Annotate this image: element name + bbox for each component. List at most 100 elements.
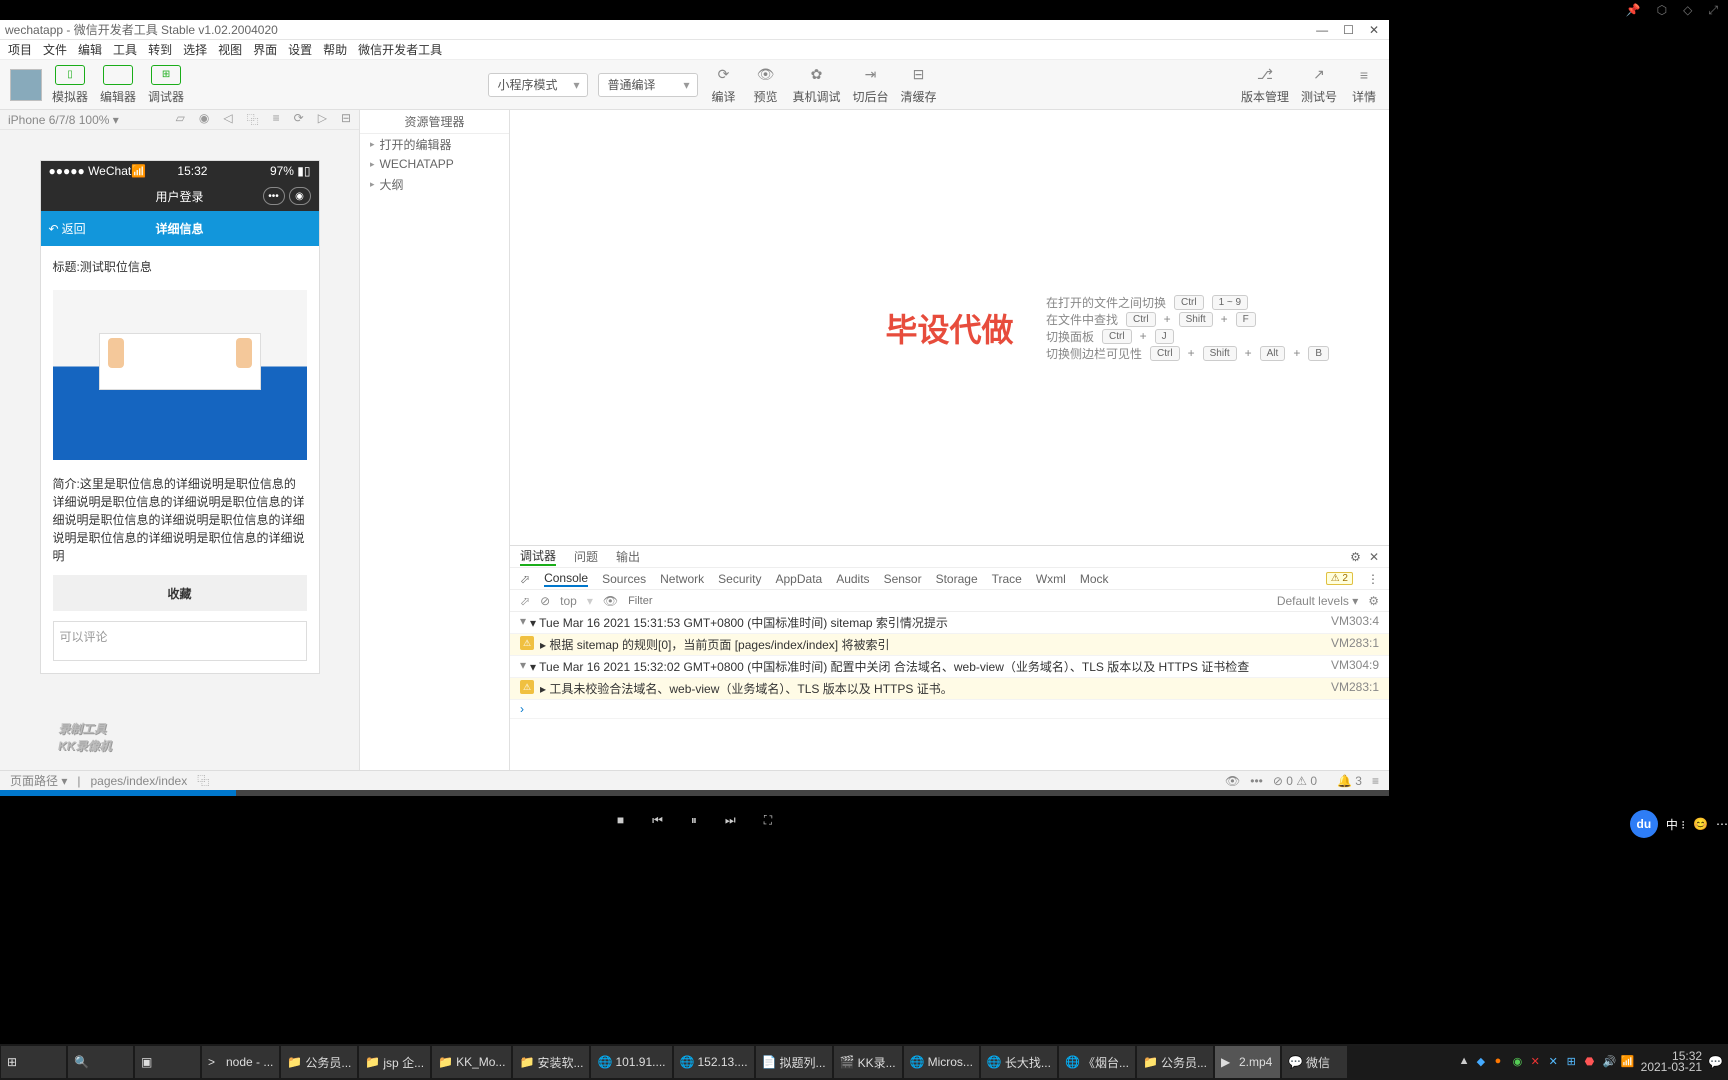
console-log[interactable]: ▾▾ Tue Mar 16 2021 15:31:53 GMT+0800 (中国… (510, 612, 1389, 634)
progress-bar[interactable] (0, 790, 236, 796)
menu-文件[interactable]: 文件 (40, 41, 70, 58)
maximize-button[interactable]: ☐ (1343, 23, 1354, 37)
devtools-more-icon[interactable]: ⋮ (1367, 572, 1379, 586)
filter-input[interactable] (628, 595, 1267, 607)
console-log[interactable]: ⚠▸ 工具未校验合法域名、web-view（业务域名）、TLS 版本以及 HTT… (510, 678, 1389, 700)
tool-真机调试[interactable]: ✿真机调试 (792, 65, 840, 105)
tool-编译[interactable]: ⟳编译 (708, 65, 738, 105)
tray-notification-icon[interactable]: 💬 (1708, 1055, 1723, 1069)
device-selector[interactable]: iPhone 6/7/8 100% ▾ (8, 113, 119, 127)
debug-tab-输出[interactable]: 输出 (616, 548, 640, 565)
debugger-close-icon[interactable]: ✕ (1369, 550, 1379, 564)
devtools-tab-Storage[interactable]: Storage (936, 572, 978, 586)
ime-indicator[interactable]: 中 ⁝ (1666, 816, 1685, 833)
video-control[interactable]: ⛶ (764, 813, 772, 828)
devtools-tab-Sensor[interactable]: Sensor (884, 572, 922, 586)
favorite-button[interactable]: 收藏 (53, 575, 307, 611)
menu-转到[interactable]: 转到 (145, 41, 175, 58)
debugger-settings-icon[interactable]: ⚙ (1350, 550, 1361, 564)
menu-帮助[interactable]: 帮助 (320, 41, 350, 58)
eye-icon[interactable]: 👁 (603, 594, 618, 608)
video-control[interactable]: ⏭ (725, 813, 736, 828)
notification-bell[interactable]: 🔔 3 (1337, 774, 1362, 788)
sim-share-icon[interactable]: ◁ (223, 111, 232, 128)
tray-icon[interactable]: ✕ (1549, 1055, 1563, 1069)
explorer-item[interactable]: 大纲 (360, 174, 509, 194)
console-log[interactable]: ⚠▸ 根据 sitemap 的规则[0]，当前页面 [pages/index/i… (510, 634, 1389, 656)
taskbar-item[interactable]: 🔍 (68, 1046, 133, 1078)
tool-模拟器[interactable]: ▯模拟器 (52, 65, 88, 105)
tray-icon[interactable]: ● (1495, 1055, 1509, 1069)
page-path[interactable]: pages/index/index (90, 774, 187, 788)
taskbar-item[interactable]: 🌐长大找... (981, 1046, 1057, 1078)
tool-预览[interactable]: 👁预览 (750, 65, 780, 105)
taskbar-item[interactable]: ▶2.mp4 (1215, 1046, 1280, 1078)
video-control[interactable]: ■ (617, 813, 624, 827)
console-log[interactable]: ▾▾ Tue Mar 16 2021 15:32:02 GMT+0800 (中国… (510, 656, 1389, 678)
comment-input[interactable]: 可以评论 (53, 621, 307, 661)
tray-clock[interactable]: 15:322021-03-21 (1641, 1051, 1702, 1073)
taskbar-item[interactable]: 🌐Micros... (904, 1046, 979, 1078)
tray-icon[interactable]: ◆ (1477, 1055, 1491, 1069)
tool-版本管理[interactable]: ⎇版本管理 (1241, 65, 1289, 105)
capsule-menu-icon[interactable]: ••• (263, 187, 285, 205)
devtools-tab-Network[interactable]: Network (660, 572, 704, 586)
element-picker-icon[interactable]: ⬀ (520, 572, 530, 586)
sim-rotate-icon[interactable]: ▱ (176, 111, 185, 128)
menu-设置[interactable]: 设置 (285, 41, 315, 58)
page-path-label[interactable]: 页面路径 ▾ (10, 772, 67, 789)
pin-icon[interactable]: 📌 (1626, 3, 1641, 17)
avatar[interactable] (10, 69, 42, 101)
taskbar-item[interactable]: 📁安装软... (513, 1046, 589, 1078)
taskbar-item[interactable]: 📄拟题列... (756, 1046, 832, 1078)
devtools-tab-Wxml[interactable]: Wxml (1036, 572, 1066, 586)
console-settings-icon[interactable]: ⚙ (1368, 594, 1379, 608)
taskbar-item[interactable]: 🌐《烟台... (1059, 1046, 1135, 1078)
tray-icon[interactable]: 🔊 (1603, 1055, 1617, 1069)
clear-console-icon[interactable]: ⊘ (540, 594, 550, 608)
copy-path-icon[interactable]: ⿻ (197, 772, 209, 789)
debug-tab-调试器[interactable]: 调试器 (520, 547, 556, 566)
baidu-float-icon[interactable]: du (1630, 810, 1658, 838)
tool-详情[interactable]: ≡详情 (1349, 65, 1379, 105)
sim-record-icon[interactable]: ◉ (199, 111, 209, 128)
tray-icon[interactable]: ⬣ (1585, 1055, 1599, 1069)
menu-视图[interactable]: 视图 (215, 41, 245, 58)
taskbar-item[interactable]: 📁公务员... (281, 1046, 357, 1078)
console-prompt[interactable]: › (510, 700, 1389, 719)
explorer-item[interactable]: WECHATAPP (360, 154, 509, 174)
minimize-button[interactable]: — (1316, 23, 1328, 37)
sim-play-icon[interactable]: ▷ (318, 111, 327, 128)
square-icon[interactable]: ◇ (1683, 3, 1692, 17)
warning-badge[interactable]: ⚠ 2 (1326, 572, 1353, 585)
capsule-close-icon[interactable]: ◉ (289, 187, 311, 205)
taskbar-item[interactable]: 📁KK_Mo... (432, 1046, 511, 1078)
close-button[interactable]: ✕ (1369, 23, 1379, 37)
float-more-icon[interactable]: ⋯ (1716, 817, 1728, 831)
visibility-icon[interactable]: 👁 (1225, 774, 1240, 788)
menu-编辑[interactable]: 编辑 (75, 41, 105, 58)
tray-icon[interactable]: ✕ (1531, 1055, 1545, 1069)
hex-icon[interactable]: ⬡ (1657, 3, 1667, 17)
expand-icon[interactable]: ⤢ (1708, 3, 1718, 18)
devtools-tab-AppData[interactable]: AppData (776, 572, 823, 586)
mode-dropdown[interactable]: 小程序模式 (488, 73, 588, 97)
problem-counts[interactable]: ⊘ 0 ⚠ 0 (1273, 774, 1317, 788)
back-button[interactable]: ↶ 返回 (49, 220, 86, 237)
levels-dropdown[interactable]: Default levels ▾ (1277, 594, 1358, 608)
tray-icon[interactable]: ▲ (1459, 1055, 1473, 1069)
debug-tab-问题[interactable]: 问题 (574, 548, 598, 565)
more-icon[interactable]: ••• (1250, 774, 1263, 788)
taskbar-item[interactable]: ⊞ (1, 1046, 66, 1078)
tool-清缓存[interactable]: ⊟清缓存 (901, 65, 937, 105)
emoji-icon[interactable]: 😊 (1693, 817, 1708, 831)
taskbar-item[interactable]: 🌐101.91.... (591, 1046, 671, 1078)
tray-icon[interactable]: 📶 (1621, 1055, 1635, 1069)
context-selector[interactable]: top (560, 594, 577, 608)
menu-工具[interactable]: 工具 (110, 41, 140, 58)
taskbar-item[interactable]: 🎬KK录... (834, 1046, 902, 1078)
taskbar-item[interactable]: 📁jsp 企... (359, 1046, 430, 1078)
explorer-item[interactable]: 打开的编辑器 (360, 134, 509, 154)
menu-选择[interactable]: 选择 (180, 41, 210, 58)
sim-dock-icon[interactable]: ⊟ (341, 111, 351, 128)
